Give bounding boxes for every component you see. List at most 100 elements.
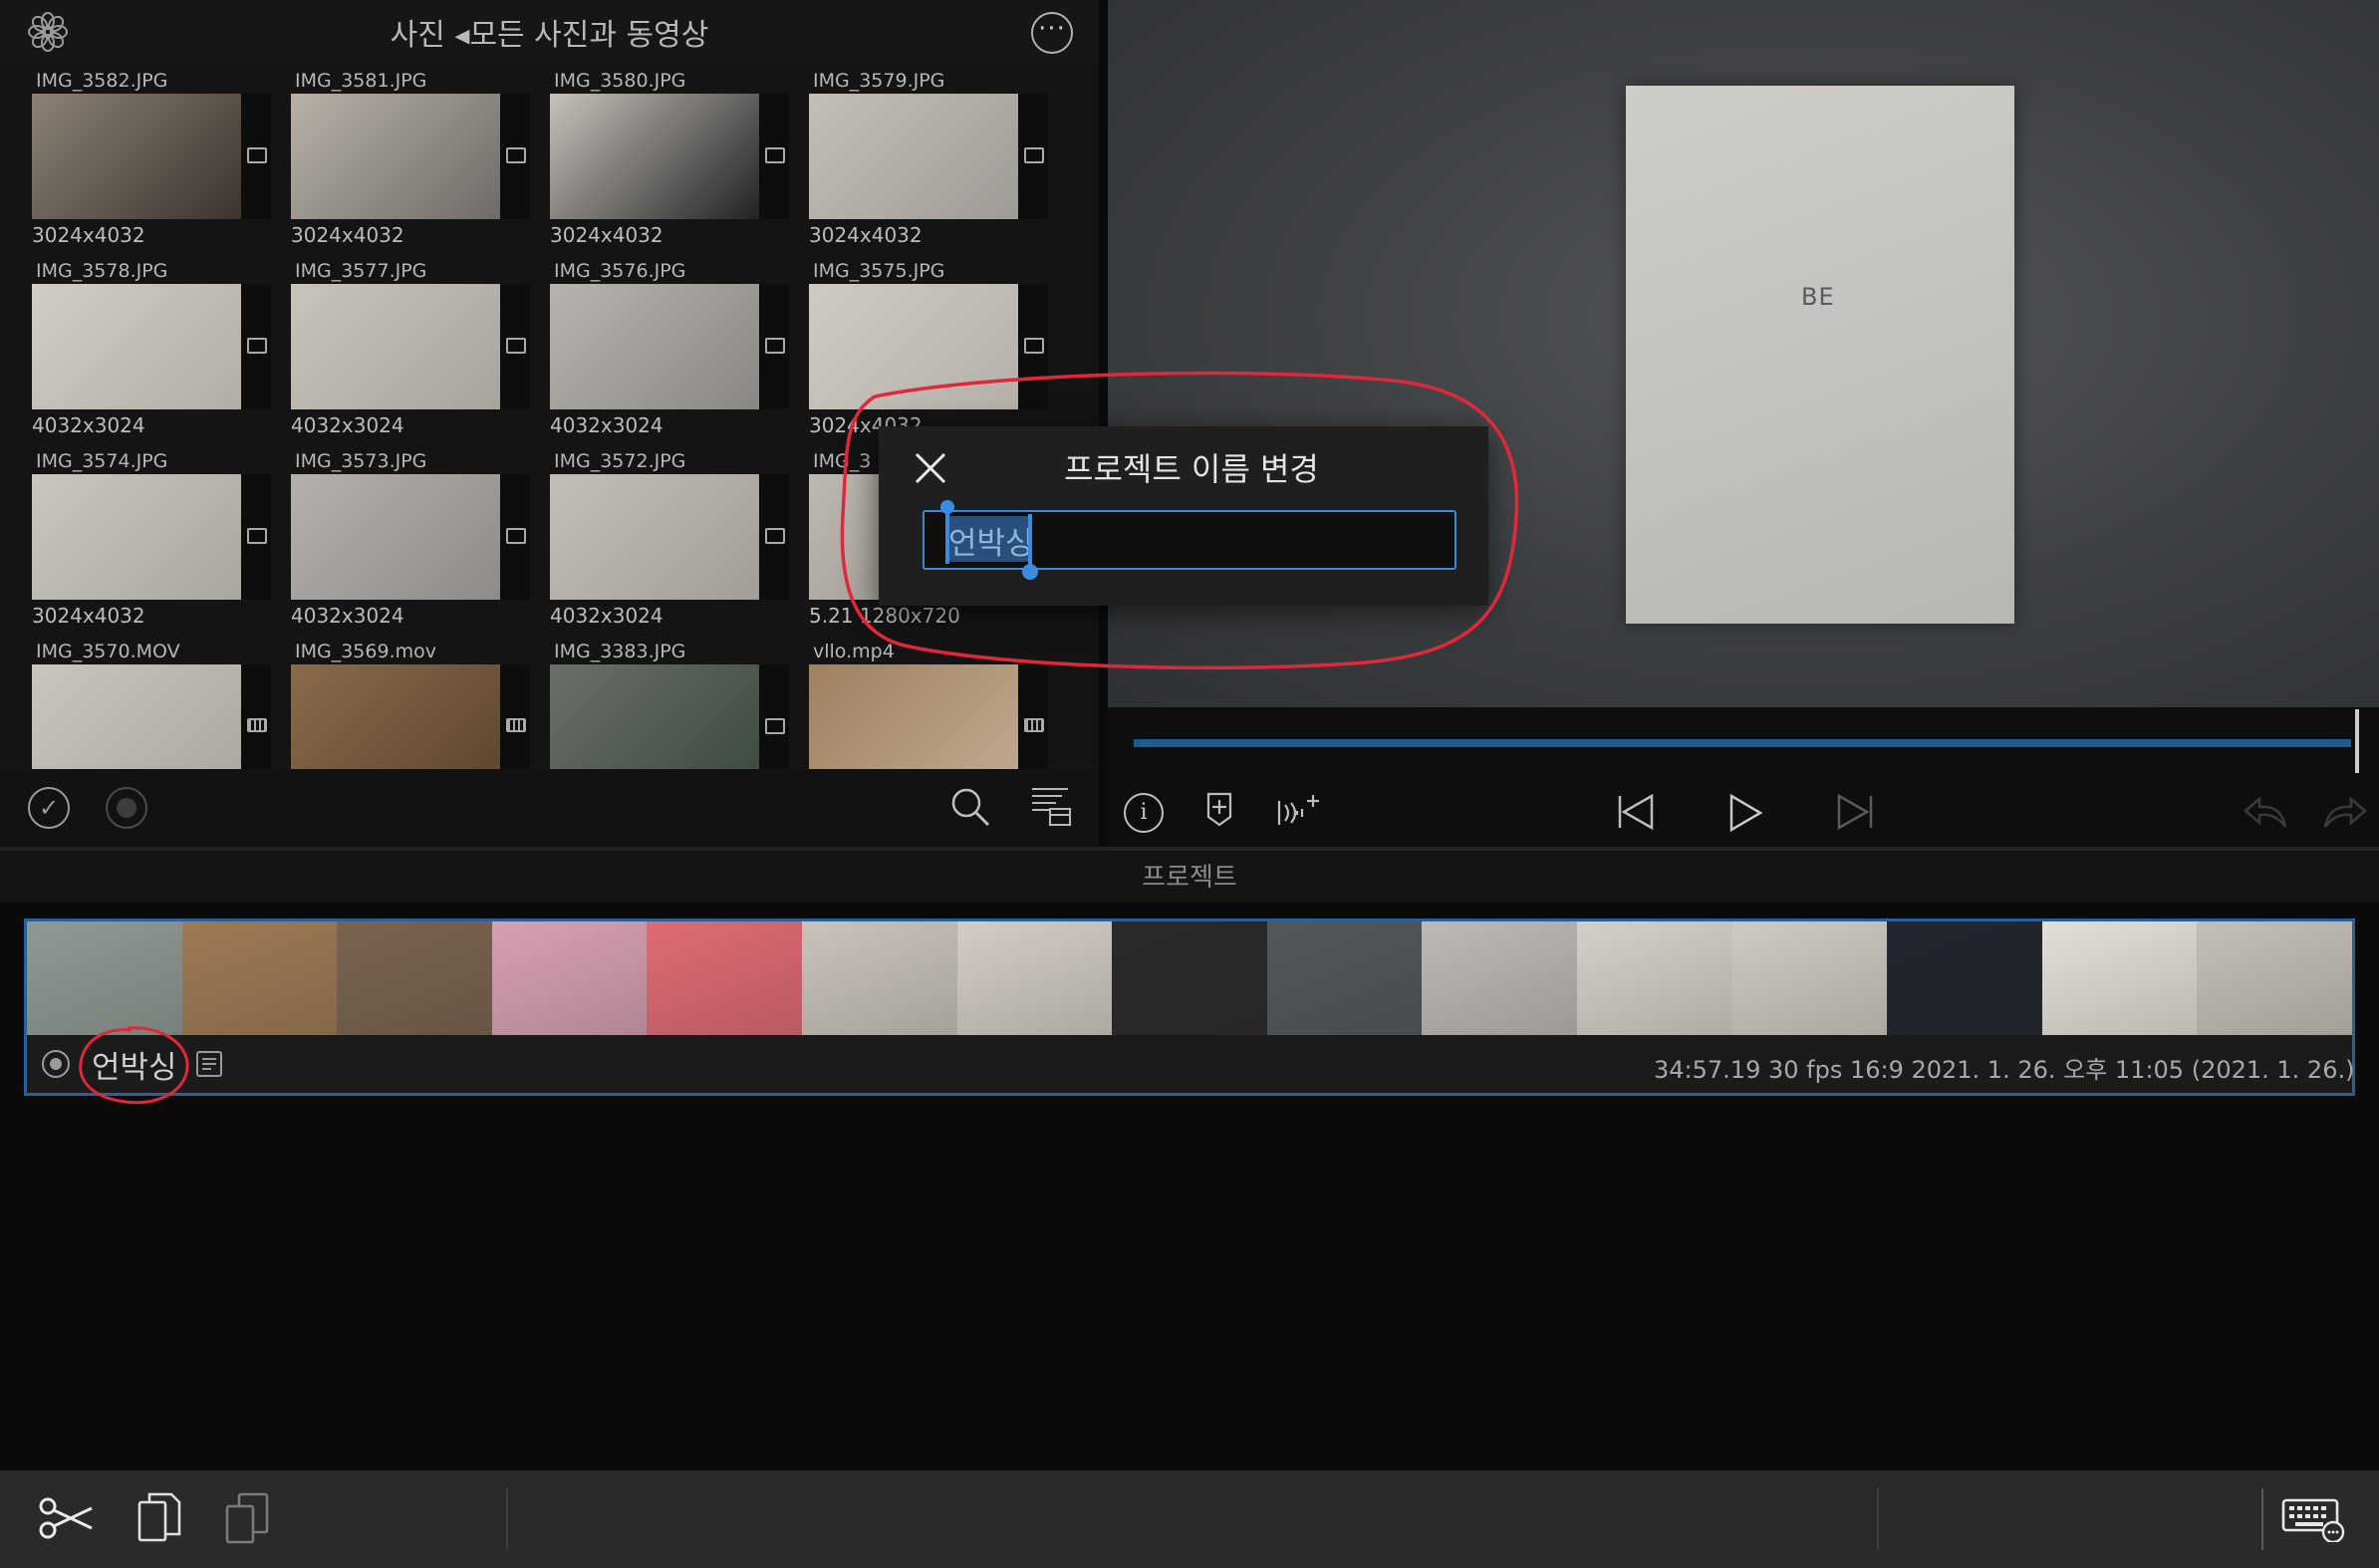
filmstrip-frame bbox=[1576, 921, 1732, 1035]
media-item-size: 4032x3024 bbox=[550, 604, 663, 628]
paste-icon[interactable] bbox=[223, 1490, 271, 1546]
media-thumbnail[interactable] bbox=[32, 474, 241, 600]
media-item[interactable]: IMG_3574.JPG 3024x4032 bbox=[28, 448, 277, 638]
keyboard-icon[interactable] bbox=[2281, 1496, 2345, 1542]
media-thumbnail[interactable] bbox=[291, 284, 500, 409]
photo-icon bbox=[247, 338, 267, 354]
toolbar-divider bbox=[1877, 1488, 1879, 1550]
project-select-radio[interactable] bbox=[42, 1050, 70, 1078]
search-icon[interactable] bbox=[950, 787, 990, 827]
play-icon[interactable] bbox=[1727, 793, 1763, 833]
filmstrip-frame bbox=[647, 921, 802, 1035]
filmstrip-frame bbox=[1731, 921, 1888, 1035]
media-item-name: IMG_3574.JPG bbox=[36, 450, 168, 472]
media-thumbnail[interactable] bbox=[291, 94, 500, 219]
media-item-size: 4032x3024 bbox=[291, 604, 404, 628]
media-item-size: 3024x4032 bbox=[32, 223, 145, 247]
media-item-name: IMG_3582.JPG bbox=[36, 70, 168, 92]
marker-icon[interactable] bbox=[1205, 791, 1233, 827]
media-item[interactable]: IMG_3578.JPG 4032x3024 bbox=[28, 258, 277, 447]
record-icon[interactable] bbox=[106, 787, 147, 829]
media-item[interactable]: IMG_3582.JPG 3024x4032 bbox=[28, 68, 277, 257]
media-item[interactable]: IMG_3576.JPG 4032x3024 bbox=[546, 258, 795, 447]
media-item-name: IMG_3580.JPG bbox=[554, 70, 686, 92]
filmstrip-frame bbox=[27, 921, 182, 1035]
filmstrip-frame bbox=[181, 921, 338, 1035]
sort-icon[interactable] bbox=[1030, 785, 1072, 827]
copy-icon[interactable] bbox=[135, 1490, 183, 1546]
toolbar-divider bbox=[2261, 1488, 2263, 1550]
undo-icon[interactable] bbox=[2242, 795, 2289, 829]
media-item-name: IMG_3577.JPG bbox=[295, 260, 427, 282]
media-thumbnail[interactable] bbox=[32, 284, 241, 409]
photo-icon bbox=[1024, 338, 1044, 354]
media-thumbnail[interactable] bbox=[291, 664, 500, 769]
media-thumbnail[interactable] bbox=[550, 94, 759, 219]
toolbar-divider bbox=[506, 1488, 508, 1550]
bottom-toolbar bbox=[0, 1470, 2379, 1568]
preview-album-image bbox=[1626, 86, 2014, 624]
filmstrip-frame bbox=[1112, 921, 1267, 1035]
media-item-name: IMG_3573.JPG bbox=[295, 450, 427, 472]
media-thumbnail[interactable] bbox=[809, 664, 1018, 769]
media-thumbnail[interactable] bbox=[550, 664, 759, 769]
media-item[interactable]: IMG_3383.JPG bbox=[546, 639, 795, 769]
info-icon[interactable]: i bbox=[1124, 793, 1164, 833]
media-item-size: 4032x3024 bbox=[550, 413, 663, 437]
media-item-name: IMG_3575.JPG bbox=[813, 260, 945, 282]
photo-icon bbox=[765, 718, 785, 734]
media-item[interactable]: IMG_3577.JPG 4032x3024 bbox=[287, 258, 536, 447]
media-item[interactable]: IMG_3570.MOV bbox=[28, 639, 277, 769]
filmstrip-frame bbox=[2197, 921, 2352, 1035]
media-thumbnail[interactable] bbox=[550, 474, 759, 600]
media-item-name: IMG_3581.JPG bbox=[295, 70, 427, 92]
media-item[interactable]: IMG_3579.JPG 3024x4032 bbox=[805, 68, 1054, 257]
project-filmstrip bbox=[27, 921, 2352, 1035]
media-item[interactable]: IMG_3580.JPG 3024x4032 bbox=[546, 68, 795, 257]
media-item[interactable]: IMG_3573.JPG 4032x3024 bbox=[287, 448, 536, 638]
media-item-name: IMG_3383.JPG bbox=[554, 641, 686, 662]
media-item-name: IMG_3569.mov bbox=[295, 641, 436, 662]
photo-icon bbox=[765, 147, 785, 163]
media-item[interactable]: IMG_3581.JPG 3024x4032 bbox=[287, 68, 536, 257]
media-type-strip bbox=[1018, 664, 1048, 769]
photo-icon bbox=[1024, 147, 1044, 163]
photo-icon bbox=[765, 528, 785, 544]
annotation-circle-name bbox=[79, 1026, 189, 1105]
media-thumbnail[interactable] bbox=[550, 284, 759, 409]
media-thumbnail[interactable] bbox=[32, 94, 241, 219]
project-metadata: 34:57.19 30 fps 16:9 2021. 1. 26. 오후 11:… bbox=[1654, 1056, 2355, 1084]
media-item-size: 3024x4032 bbox=[32, 604, 145, 628]
photo-icon bbox=[247, 147, 267, 163]
skip-forward-icon[interactable] bbox=[1835, 793, 1875, 831]
video-icon bbox=[247, 718, 267, 732]
note-icon[interactable] bbox=[195, 1050, 223, 1078]
browser-footer bbox=[0, 769, 1099, 847]
media-thumbnail[interactable] bbox=[809, 94, 1018, 219]
filmstrip-frame bbox=[2041, 921, 2198, 1035]
video-icon bbox=[1024, 718, 1044, 732]
media-item-name: IMG_3578.JPG bbox=[36, 260, 168, 282]
browser-title[interactable]: 사진 ◂모든 사진과 동영상 bbox=[0, 10, 1099, 54]
scissors-icon[interactable] bbox=[38, 1490, 96, 1546]
more-icon[interactable]: ··· bbox=[1031, 12, 1073, 54]
playhead[interactable] bbox=[2355, 709, 2359, 773]
playback-progress-bar[interactable] bbox=[1134, 739, 2351, 747]
media-thumbnail[interactable] bbox=[32, 664, 241, 769]
redo-icon[interactable] bbox=[2321, 795, 2369, 829]
checkmark-icon[interactable]: ✓ bbox=[28, 787, 70, 829]
photo-icon bbox=[506, 338, 526, 354]
project-section-label: 프로젝트 bbox=[1142, 863, 1237, 893]
audio-icon[interactable] bbox=[1275, 791, 1321, 831]
photo-icon bbox=[506, 528, 526, 544]
filmstrip-frame bbox=[337, 921, 492, 1035]
photo-icon bbox=[506, 147, 526, 163]
media-item[interactable]: IMG_3569.mov bbox=[287, 639, 536, 769]
media-item[interactable]: IMG_3572.JPG 4032x3024 bbox=[546, 448, 795, 638]
media-item-size: 3024x4032 bbox=[291, 223, 404, 247]
media-item-name: IMG_3576.JPG bbox=[554, 260, 686, 282]
filmstrip-frame bbox=[491, 921, 648, 1035]
skip-back-icon[interactable] bbox=[1616, 793, 1656, 831]
media-thumbnail[interactable] bbox=[291, 474, 500, 600]
photo-icon bbox=[765, 338, 785, 354]
